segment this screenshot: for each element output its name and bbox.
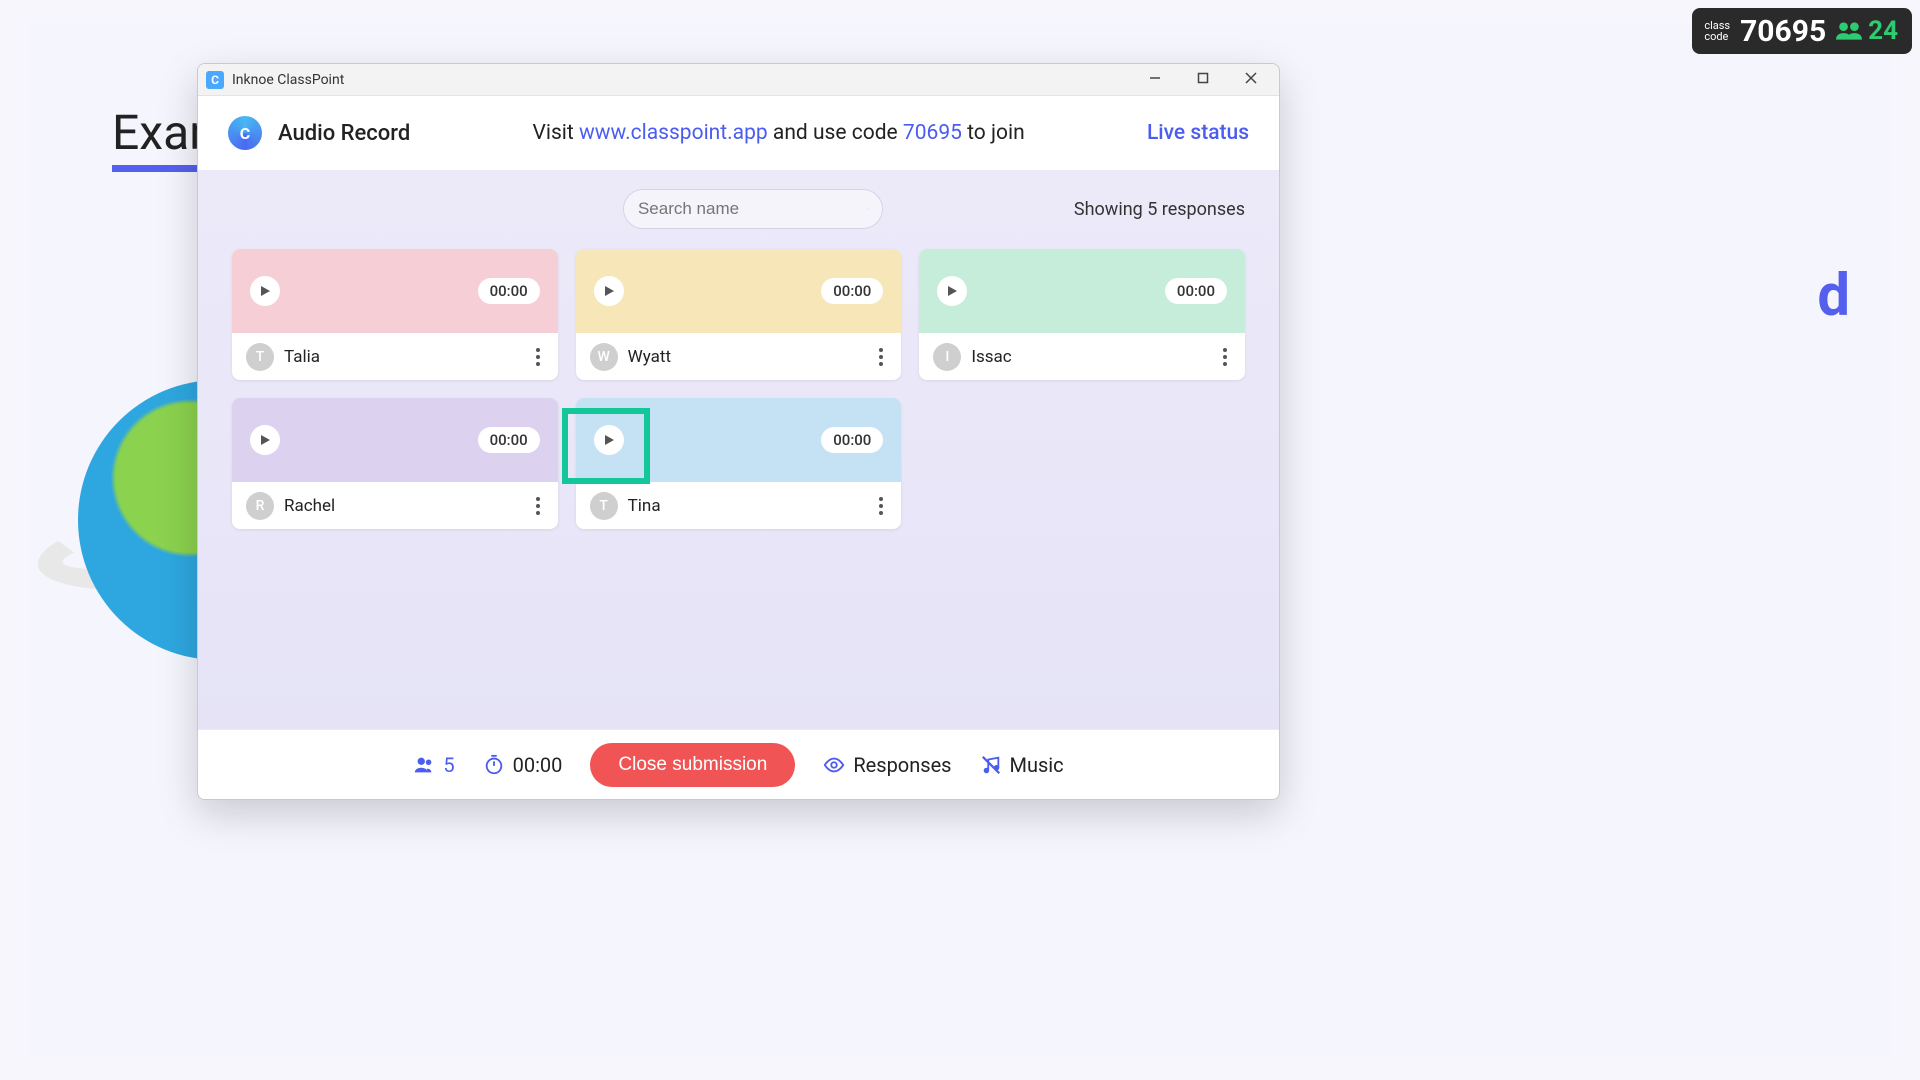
play-button[interactable]	[250, 276, 280, 306]
student-name: Issac	[971, 347, 1209, 367]
participant-count: 24	[1836, 16, 1898, 46]
page-title: Audio Record	[278, 121, 410, 146]
response-count: Showing 5 responses	[1074, 199, 1245, 220]
search-field[interactable]	[638, 199, 859, 219]
response-card: 00:00 R Rachel	[232, 398, 558, 529]
avatar: W	[590, 343, 618, 371]
audio-duration: 00:00	[478, 278, 540, 304]
more-menu-button[interactable]	[875, 341, 887, 373]
class-code-pill[interactable]: class code 70695 24	[1692, 8, 1912, 54]
play-button[interactable]	[594, 425, 624, 455]
window-title: Inknoe ClassPoint	[232, 72, 344, 88]
people-icon	[1836, 21, 1862, 41]
slide-side-text: d	[1817, 262, 1850, 330]
responses-view-button[interactable]: Responses	[823, 753, 951, 777]
titlebar: C Inknoe ClassPoint	[198, 64, 1279, 96]
student-name: Tina	[628, 496, 866, 516]
responses-area: Showing 5 responses 00:00 T Talia 00:00 W Wya…	[198, 171, 1279, 729]
app-icon: C	[206, 71, 224, 89]
more-menu-button[interactable]	[1219, 341, 1231, 373]
avatar: T	[590, 492, 618, 520]
music-button[interactable]: Music	[980, 753, 1064, 777]
eye-icon	[823, 754, 845, 776]
student-name: Wyatt	[628, 347, 866, 367]
response-card: 00:00 W Wyatt	[576, 249, 902, 380]
response-counter: 5	[413, 753, 454, 777]
student-name: Talia	[284, 347, 522, 367]
audio-record-window: C Inknoe ClassPoint C Audio Record Visit…	[197, 63, 1280, 800]
audio-duration: 00:00	[478, 427, 540, 453]
avatar: T	[246, 343, 274, 371]
avatar: I	[933, 343, 961, 371]
join-code: 70695	[903, 121, 962, 145]
minimize-button[interactable]	[1135, 72, 1175, 88]
response-card: 00:00 T Tina	[576, 398, 902, 529]
search-icon	[867, 198, 868, 220]
search-input[interactable]	[623, 189, 883, 229]
play-button[interactable]	[937, 276, 967, 306]
avatar: R	[246, 492, 274, 520]
timer-icon	[483, 754, 505, 776]
maximize-button[interactable]	[1183, 72, 1223, 88]
footer: 5 00:00 Close submission Responses Music	[198, 729, 1279, 799]
more-menu-button[interactable]	[875, 490, 887, 522]
close-button[interactable]	[1231, 72, 1271, 88]
audio-duration: 00:00	[821, 427, 883, 453]
response-card: 00:00 T Talia	[232, 249, 558, 380]
music-off-icon	[980, 754, 1002, 776]
join-url[interactable]: www.classpoint.app	[579, 121, 768, 145]
class-code-value: 70695	[1740, 14, 1826, 49]
audio-duration: 00:00	[821, 278, 883, 304]
live-status-link[interactable]: Live status	[1147, 121, 1249, 145]
timer: 00:00	[483, 753, 563, 777]
people-icon	[413, 754, 435, 776]
audio-duration: 00:00	[1165, 278, 1227, 304]
play-button[interactable]	[594, 276, 624, 306]
header: C Audio Record Visit www.classpoint.app …	[198, 96, 1279, 171]
student-name: Rachel	[284, 496, 522, 516]
play-button[interactable]	[250, 425, 280, 455]
join-instructions: Visit www.classpoint.app and use code 70…	[426, 121, 1131, 145]
more-menu-button[interactable]	[532, 490, 544, 522]
more-menu-button[interactable]	[532, 341, 544, 373]
close-submission-button[interactable]: Close submission	[590, 743, 795, 787]
classpoint-logo: C	[228, 116, 262, 150]
response-card: 00:00 I Issac	[919, 249, 1245, 380]
